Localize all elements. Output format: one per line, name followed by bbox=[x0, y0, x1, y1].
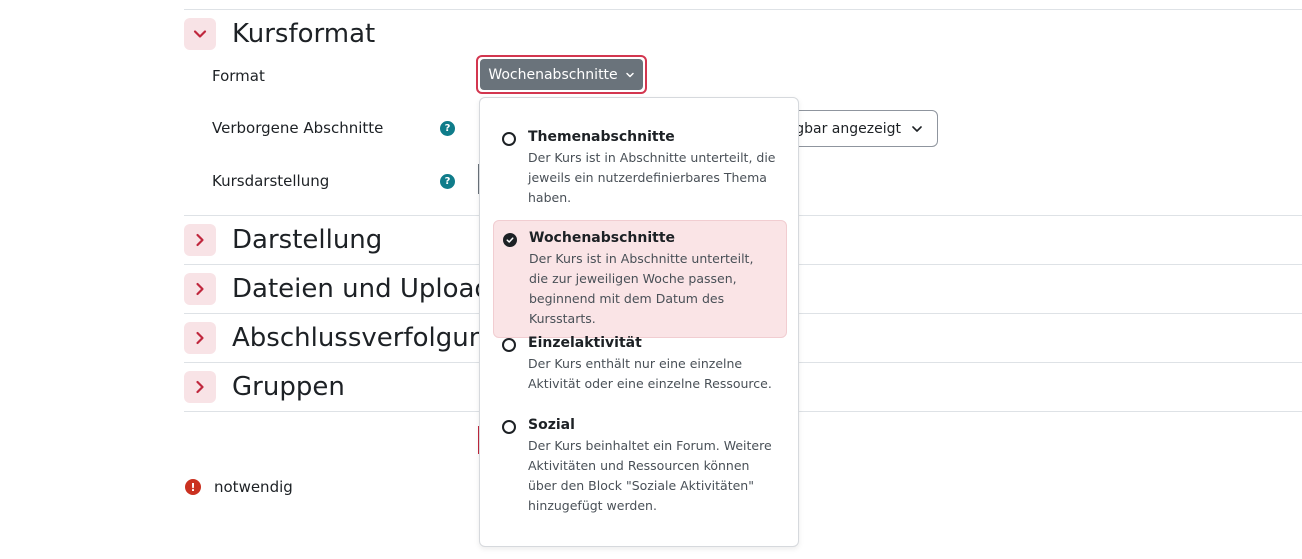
format-dropdown-menu: Themenabschnitte Der Kurs ist in Abschni… bbox=[479, 97, 799, 547]
option-description: Der Kurs ist in Abschnitte unterteilt, d… bbox=[528, 150, 776, 205]
chevron-right-icon bbox=[196, 233, 204, 247]
required-label: notwendig bbox=[214, 478, 293, 496]
help-icon[interactable]: ? bbox=[440, 174, 455, 189]
required-icon: ! bbox=[185, 479, 201, 495]
chevron-right-icon bbox=[196, 331, 204, 345]
chevron-down-icon bbox=[625, 72, 634, 77]
option-title: Einzelaktivität bbox=[528, 335, 642, 351]
option-description: Der Kurs beinhaltet ein Forum. Weitere A… bbox=[528, 438, 772, 513]
radio-checked-icon bbox=[503, 233, 517, 247]
required-legend: ! notwendig bbox=[185, 478, 293, 496]
section-title: Dateien und Uploads bbox=[232, 274, 505, 304]
section-title: Kursformat bbox=[232, 19, 376, 49]
option-description: Der Kurs enthält nur eine einzelne Aktiv… bbox=[528, 356, 772, 391]
section-toggle-darstellung[interactable] bbox=[184, 224, 216, 256]
kursdarstellung-label: Kursdarstellung bbox=[212, 172, 330, 190]
section-toggle-dateien[interactable] bbox=[184, 273, 216, 305]
section-title: Gruppen bbox=[232, 372, 345, 402]
format-option-themenabschnitte[interactable]: Themenabschnitte Der Kurs ist in Abschni… bbox=[493, 120, 787, 216]
select-value: gbar angezeigt bbox=[795, 120, 901, 137]
section-abschlussverfolgung: Abschlussverfolgung bbox=[184, 321, 502, 355]
section-kursformat: Kursformat bbox=[184, 17, 375, 51]
section-darstellung: Darstellung bbox=[184, 223, 382, 257]
section-title: Abschlussverfolgung bbox=[232, 323, 502, 353]
section-title: Darstellung bbox=[232, 225, 383, 255]
section-toggle-abschluss[interactable] bbox=[184, 322, 216, 354]
help-icon[interactable]: ? bbox=[440, 121, 455, 136]
option-title: Wochenabschnitte bbox=[529, 230, 676, 246]
divider bbox=[184, 9, 1302, 10]
section-gruppen: Gruppen bbox=[184, 370, 345, 404]
chevron-down-icon bbox=[193, 30, 207, 38]
radio-icon bbox=[502, 132, 516, 146]
chevron-down-icon bbox=[912, 125, 922, 132]
format-label: Format bbox=[212, 67, 265, 85]
radio-icon bbox=[502, 338, 516, 352]
chevron-right-icon bbox=[196, 282, 204, 296]
chevron-right-icon bbox=[196, 380, 204, 394]
format-value: Wochenabschnitte bbox=[488, 66, 618, 83]
option-title: Themenabschnitte bbox=[528, 129, 675, 145]
option-description: Der Kurs ist in Abschnitte unterteilt, d… bbox=[529, 251, 754, 326]
format-dropdown-button[interactable]: Wochenabschnitte bbox=[476, 55, 647, 94]
section-dateien-und-uploads: Dateien und Uploads bbox=[184, 272, 504, 306]
radio-icon bbox=[502, 420, 516, 434]
verborgene-abschnitte-label: Verborgene Abschnitte bbox=[212, 119, 384, 137]
verborgene-abschnitte-select[interactable]: gbar angezeigt bbox=[780, 110, 938, 147]
format-option-einzelaktivitaet[interactable]: Einzelaktivität Der Kurs enthält nur ein… bbox=[493, 326, 787, 402]
section-toggle-kursformat[interactable] bbox=[184, 18, 216, 50]
format-option-sozial[interactable]: Sozial Der Kurs beinhaltet ein Forum. We… bbox=[493, 408, 787, 524]
option-title: Sozial bbox=[528, 417, 575, 433]
format-option-wochenabschnitte[interactable]: Wochenabschnitte Der Kurs ist in Abschni… bbox=[493, 220, 787, 338]
section-toggle-gruppen[interactable] bbox=[184, 371, 216, 403]
